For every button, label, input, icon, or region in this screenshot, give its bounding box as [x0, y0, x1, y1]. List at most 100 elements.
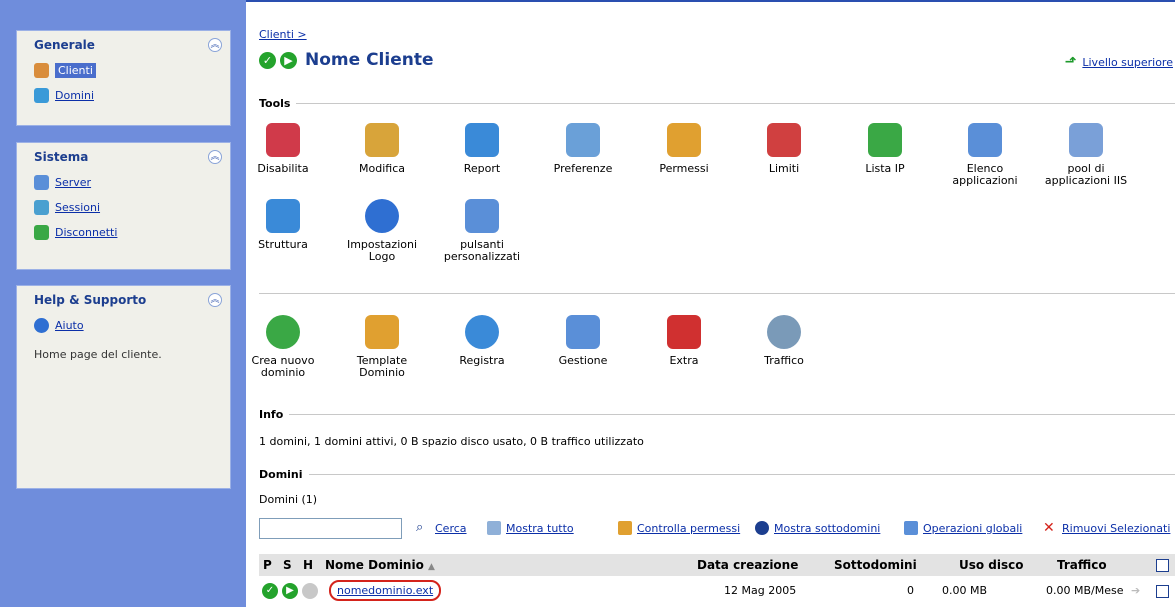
show-subdomains-button[interactable]: Mostra sottodomini — [755, 521, 880, 535]
tool-disabilita[interactable]: Disabilita — [238, 123, 328, 175]
tool-pulsanti-personalizzati[interactable]: pulsanti personalizzati — [437, 199, 527, 263]
tool-permessi[interactable]: Permessi — [639, 123, 729, 175]
tool-extra[interactable]: Extra — [639, 315, 729, 367]
table-row: ✓ ▶ nomedominio.ext 12 Mag 2005 0 0.00 M… — [259, 578, 1175, 604]
col-nome-dominio[interactable]: Nome Dominio ▲ — [325, 558, 435, 572]
col-sottodomini[interactable]: Sottodomini — [834, 558, 917, 572]
sistema-title: Sistema — [34, 149, 89, 164]
generale-panel: Generale ︽ Clienti Domini — [16, 30, 231, 126]
custom-buttons-icon — [465, 199, 499, 233]
play-icon: ▶ — [282, 583, 298, 599]
main-content: Clienti > ✓ ▶ Nome Cliente ⬏ Livello sup… — [246, 0, 1175, 607]
sistema-panel: Sistema ︽ Server Sessioni Disconnetti — [16, 142, 231, 270]
tool-preferenze[interactable]: Preferenze — [538, 123, 628, 175]
info-section-header: Info — [259, 408, 1175, 421]
eye-icon — [755, 521, 769, 535]
up-arrow-icon: ⬏ — [1064, 54, 1077, 70]
select-all-checkbox[interactable] — [1156, 559, 1169, 572]
collapse-icon[interactable]: ︽ — [208, 149, 222, 164]
tool-lista-ip[interactable]: Lista IP — [840, 123, 930, 175]
collapse-icon[interactable]: ︽ — [208, 37, 222, 52]
domains-table-header: P S H Nome Dominio ▲ Data creazione Sott… — [259, 554, 1175, 576]
logo-settings-icon — [365, 199, 399, 233]
generale-title: Generale — [34, 37, 95, 52]
help-title: Help & Supporto — [34, 292, 147, 307]
tool-crea-nuovo-dominio[interactable]: Crea nuovo dominio — [238, 315, 328, 379]
col-traffico[interactable]: Traffico — [1057, 558, 1107, 572]
user-icon — [34, 63, 49, 78]
permissions-icon — [667, 123, 701, 157]
col-h[interactable]: H — [303, 558, 313, 572]
limits-icon — [767, 123, 801, 157]
details-arrow-icon[interactable]: ➔ — [1131, 584, 1140, 597]
row-checkbox[interactable] — [1156, 585, 1169, 598]
report-icon — [465, 123, 499, 157]
tool-gestione[interactable]: Gestione — [538, 315, 628, 367]
preferences-icon — [566, 123, 600, 157]
search-input[interactable] — [259, 518, 402, 539]
tool-traffico[interactable]: Traffico — [739, 315, 829, 367]
global-operations-button[interactable]: Operazioni globali — [904, 521, 1022, 535]
iis-pool-icon — [1069, 123, 1103, 157]
col-p[interactable]: P — [263, 558, 272, 572]
tool-template-dominio[interactable]: Template Dominio — [337, 315, 427, 379]
domain-name-link[interactable]: nomedominio.ext — [329, 580, 442, 601]
new-domain-icon — [266, 315, 300, 349]
col-s[interactable]: S — [283, 558, 292, 572]
domini-title: Domini — [259, 468, 303, 481]
title-row: ✓ ▶ Nome Cliente — [259, 50, 434, 70]
tools-title: Tools — [259, 97, 291, 110]
sidebar-item-aiuto[interactable]: Aiuto — [17, 313, 230, 338]
collapse-icon[interactable]: ︽ — [208, 292, 222, 307]
sidebar-item-server[interactable]: Server — [17, 170, 230, 195]
col-data-creazione[interactable]: Data creazione — [697, 558, 798, 572]
sidebar-item-domini[interactable]: Domini — [17, 83, 230, 108]
help-panel: Help & Supporto ︽ Aiuto Home page del cl… — [16, 285, 231, 489]
lock-icon — [618, 521, 632, 535]
check-permissions-button[interactable]: Controlla permessi — [618, 521, 740, 535]
help-description: Home page del cliente. — [34, 348, 162, 361]
tool-limiti[interactable]: Limiti — [739, 123, 829, 175]
tool-pool-iis[interactable]: pool di applicazioni IIS — [1041, 123, 1131, 187]
check-icon: ✓ — [259, 51, 276, 69]
show-all-icon — [487, 521, 501, 535]
sidebar-item-sessioni[interactable]: Sessioni — [17, 195, 230, 220]
traffic-icon — [767, 315, 801, 349]
domini-section-header: Domini — [259, 468, 1175, 481]
tool-registra[interactable]: Registra — [437, 315, 527, 367]
show-all-button[interactable]: Mostra tutto — [487, 521, 574, 535]
tool-elenco-applicazioni[interactable]: Elenco applicazioni — [940, 123, 1030, 187]
extra-icon — [667, 315, 701, 349]
domain-icon — [34, 88, 49, 103]
tool-struttura[interactable]: Struttura — [238, 199, 328, 251]
sidebar-item-disconnetti[interactable]: Disconnetti — [17, 220, 230, 245]
domain-created-date: 12 Mag 2005 — [724, 584, 797, 597]
applications-icon — [968, 123, 1002, 157]
tool-modifica[interactable]: Modifica — [337, 123, 427, 175]
search-button[interactable]: ⌕ Cerca — [416, 521, 467, 535]
play-icon: ▶ — [280, 51, 297, 69]
hosting-status-icon — [302, 583, 318, 599]
server-icon — [34, 175, 49, 190]
management-icon — [566, 315, 600, 349]
domini-count: Domini (1) — [259, 493, 318, 506]
breadcrumb[interactable]: Clienti > — [259, 28, 307, 41]
remove-selected-button[interactable]: ✕ Rimuovi Selezionati — [1043, 521, 1170, 535]
col-uso-disco[interactable]: Uso disco — [959, 558, 1024, 572]
domain-template-icon — [365, 315, 399, 349]
edit-icon — [365, 123, 399, 157]
register-icon — [465, 315, 499, 349]
sidebar-item-clienti[interactable]: Clienti — [17, 58, 230, 83]
divider — [259, 293, 1175, 294]
info-title: Info — [259, 408, 284, 421]
logout-icon — [34, 225, 49, 240]
tool-report[interactable]: Report — [437, 123, 527, 175]
domain-traffic: 0.00 MB/Mese — [1046, 584, 1124, 597]
search-icon: ⌕ — [416, 520, 424, 535]
up-level-link[interactable]: ⬏ Livello superiore — [1065, 54, 1173, 70]
global-ops-icon — [904, 521, 918, 535]
info-text: 1 domini, 1 domini attivi, 0 B spazio di… — [259, 435, 644, 448]
sessions-icon — [34, 200, 49, 215]
tool-impostazioni-logo[interactable]: Impostazioni Logo — [337, 199, 427, 263]
ip-list-icon — [868, 123, 902, 157]
